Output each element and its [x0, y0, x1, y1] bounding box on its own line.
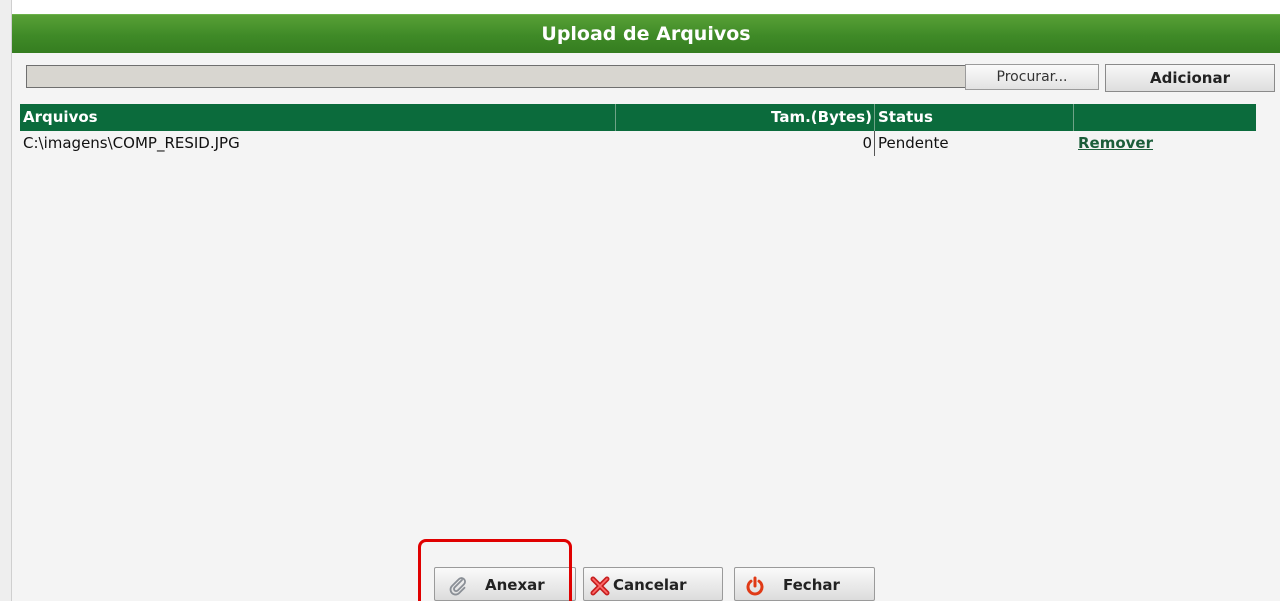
browse-button[interactable]: Procurar... [965, 64, 1099, 90]
close-button-label: Fechar [783, 576, 840, 594]
remove-link[interactable]: Remover [1078, 134, 1153, 152]
dialog-title: Upload de Arquivos [541, 23, 751, 45]
paperclip-icon [449, 577, 466, 596]
table-row: C:\imagens\COMP_RESID.JPG 0 Pendente Rem… [20, 131, 1256, 156]
cell-file-name: C:\imagens\COMP_RESID.JPG [23, 134, 240, 152]
column-header-size: Tam.(Bytes) [616, 104, 875, 131]
cell-status: Pendente [878, 134, 949, 152]
attach-button-label: Anexar [485, 576, 545, 594]
cancel-button[interactable]: Cancelar [583, 567, 723, 601]
title-bar: Upload de Arquivos [12, 14, 1280, 53]
add-button[interactable]: Adicionar [1105, 64, 1275, 92]
column-header-action [1074, 104, 1256, 131]
upload-dialog: Upload de Arquivos Procurar... Adicionar… [12, 14, 1280, 601]
column-header-files: Arquivos [20, 104, 616, 131]
files-table-header: Arquivos Tam.(Bytes) Status [20, 104, 1256, 131]
cancel-button-label: Cancelar [613, 576, 687, 594]
window-left-edge [0, 0, 12, 601]
cell-action: Remover [1078, 131, 1248, 156]
attach-button[interactable]: Anexar [434, 567, 576, 601]
cell-file-size: 0 [616, 131, 875, 156]
red-x-icon [590, 576, 610, 596]
close-button[interactable]: Fechar [734, 567, 875, 601]
file-path-input[interactable] [26, 65, 966, 88]
column-header-status: Status [875, 104, 1074, 131]
power-icon [746, 576, 764, 596]
